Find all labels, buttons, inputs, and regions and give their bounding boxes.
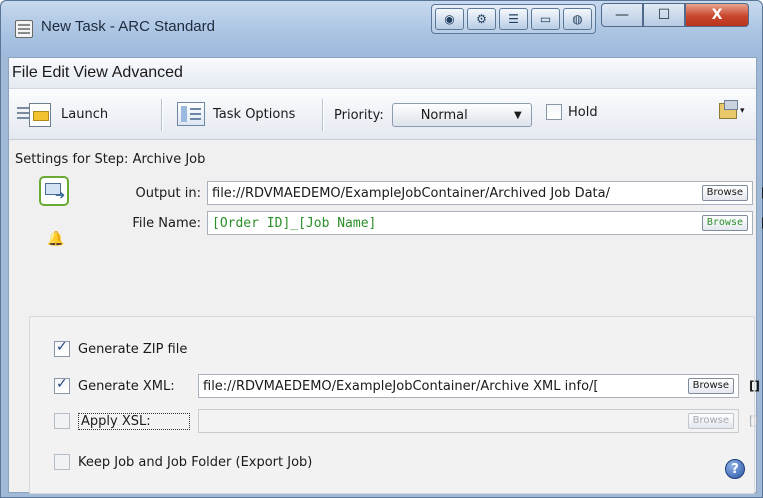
priority-label: Priority:: [334, 107, 384, 123]
help-icon[interactable]: ?: [725, 459, 745, 479]
generate-zip-checkbox[interactable]: [54, 339, 70, 357]
hold-checkbox[interactable]: [546, 104, 562, 120]
minimize-button[interactable]: —: [601, 3, 643, 27]
generate-xml-option: Generate XML: file://RDVMAEDEMO/ExampleJ…: [54, 374, 760, 398]
chevron-down-icon: ▼: [514, 110, 522, 121]
output-browse-button[interactable]: Browse: [701, 185, 748, 201]
title-bar[interactable]: New Task - ARC Standard ◉ ⚙ ☰ ▭ ◍ — ☐ X: [1, 1, 762, 57]
dropdown-arrow-icon: ▾: [740, 106, 745, 116]
xsl-browse-button[interactable]: Browse: [687, 413, 734, 429]
file-name-row: File Name: [Order ID]_[Job Name] Browse …: [87, 211, 763, 235]
launch-icon: [17, 99, 55, 129]
file-name-browse-button[interactable]: Browse: [701, 215, 748, 231]
panel-icon[interactable]: ▭: [531, 8, 560, 30]
xsl-variables-button[interactable]: []: [749, 414, 758, 428]
generate-zip-label: Generate ZIP file: [78, 341, 188, 357]
folder-tools-icon: [719, 100, 738, 119]
menu-bar: File Edit View Advanced: [9, 58, 756, 88]
keep-job-label: Keep Job and Job Folder (Export Job): [78, 454, 313, 470]
xml-path-field[interactable]: file://RDVMAEDEMO/ExampleJobContainer/Ar…: [198, 374, 739, 398]
priority-value: Normal: [420, 107, 468, 123]
toolbar: Launch Task Options Priority: Normal ▼ H…: [9, 88, 756, 140]
close-button[interactable]: X: [685, 3, 749, 27]
launch-label: Launch: [61, 106, 109, 122]
toolbar-options-menu[interactable]: ▾: [719, 100, 745, 119]
bell-icon[interactable]: 🔔: [47, 231, 64, 247]
titlebar-tools: ◉ ⚙ ☰ ▭ ◍: [431, 4, 596, 34]
window-client-area: File Edit View Advanced Launch Task Opti…: [8, 57, 763, 494]
menu-edit[interactable]: Edit: [42, 64, 74, 82]
menu-advanced[interactable]: Advanced: [112, 64, 187, 82]
xml-variables-button[interactable]: []: [749, 379, 760, 393]
menu-view[interactable]: View: [73, 64, 111, 82]
file-name-field[interactable]: [Order ID]_[Job Name] Browse: [207, 211, 753, 235]
task-options-icon: [177, 102, 205, 126]
section-heading: Settings for Step: Archive Job: [15, 152, 206, 167]
hold-toggle[interactable]: Hold: [546, 104, 598, 120]
apply-xsl-checkbox[interactable]: [54, 413, 70, 429]
options-panel: Generate ZIP file Generate XML: file://R…: [29, 316, 760, 494]
window-title: New Task - ARC Standard: [41, 18, 215, 35]
maximize-button[interactable]: ☐: [643, 3, 685, 27]
toolbar-separator: [322, 99, 323, 131]
toolbar-separator: [161, 99, 162, 131]
keep-job-option[interactable]: Keep Job and Job Folder (Export Job): [54, 454, 312, 470]
sliders-icon[interactable]: ☰: [499, 8, 528, 30]
globe-icon[interactable]: ◍: [563, 8, 592, 30]
apply-xsl-option: Apply XSL: Browse []: [54, 409, 758, 433]
window-controls: — ☐ X: [601, 3, 749, 29]
file-name-value: [Order ID]_[Job Name]: [212, 215, 377, 231]
priority-select[interactable]: Normal ▼: [391, 103, 532, 127]
generate-xml-checkbox[interactable]: [54, 376, 70, 394]
xsl-path-field[interactable]: Browse: [198, 409, 739, 433]
keep-job-checkbox[interactable]: [54, 454, 70, 470]
hold-label: Hold: [568, 104, 598, 120]
monitor-icon[interactable]: ◉: [435, 8, 464, 30]
output-path-value: file://RDVMAEDEMO/ExampleJobContainer/Ar…: [212, 185, 610, 201]
generate-zip-option[interactable]: Generate ZIP file: [54, 339, 188, 357]
xml-path-value: file://RDVMAEDEMO/ExampleJobContainer/Ar…: [203, 378, 599, 394]
priority-group: Priority: Normal ▼: [334, 103, 532, 127]
generate-xml-label: Generate XML:: [78, 378, 175, 394]
task-window-icon: [15, 20, 33, 38]
apply-xsl-label: Apply XSL:: [78, 412, 190, 430]
settings-icon[interactable]: ⚙: [467, 8, 496, 30]
task-options-button[interactable]: Task Options: [177, 97, 295, 131]
output-row: Output in: file://RDVMAEDEMO/ExampleJobC…: [87, 181, 763, 205]
launch-button[interactable]: Launch: [17, 97, 108, 131]
menu-file[interactable]: File: [12, 64, 42, 82]
output-label: Output in:: [135, 185, 201, 201]
output-path-field[interactable]: file://RDVMAEDEMO/ExampleJobContainer/Ar…: [207, 181, 753, 205]
archive-step-icon[interactable]: [39, 176, 69, 206]
app-window: New Task - ARC Standard ◉ ⚙ ☰ ▭ ◍ — ☐ X …: [0, 0, 763, 498]
task-options-label: Task Options: [213, 106, 296, 122]
xml-browse-button[interactable]: Browse: [687, 378, 734, 394]
file-name-label: File Name:: [132, 215, 201, 231]
